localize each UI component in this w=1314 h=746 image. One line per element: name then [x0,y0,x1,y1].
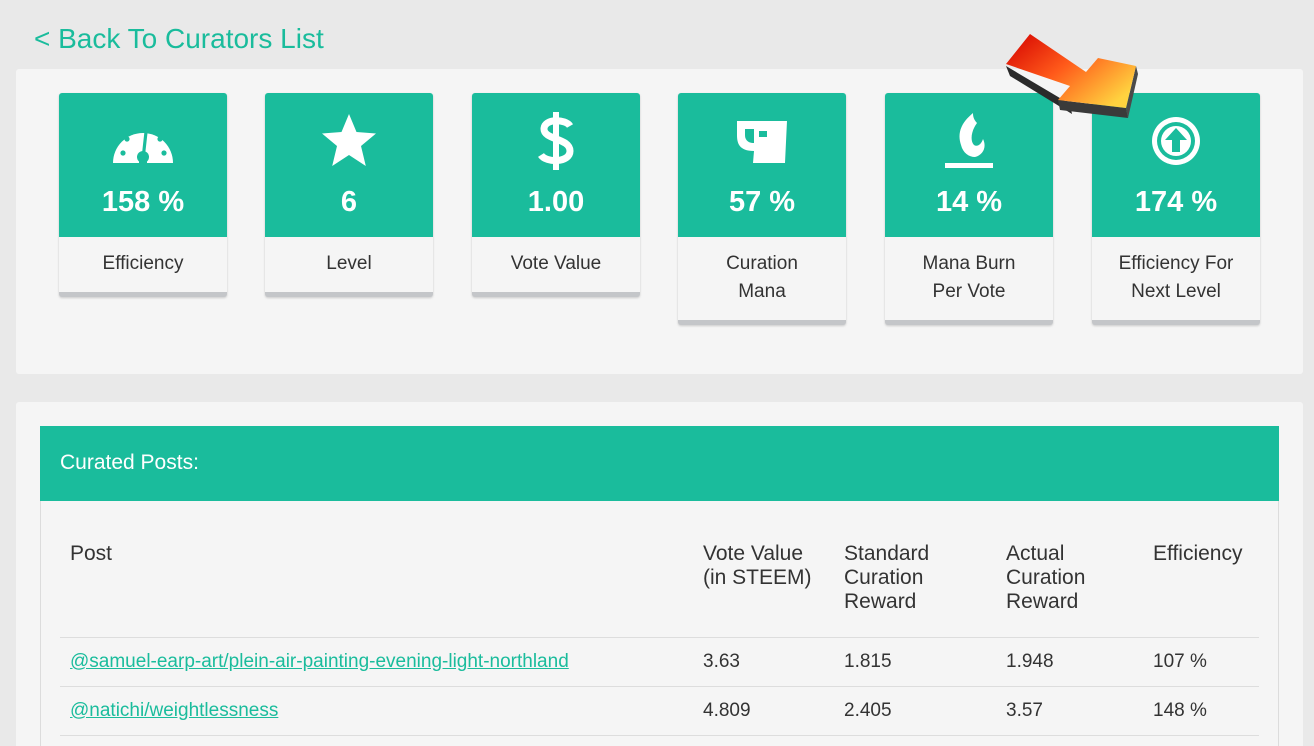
stat-value: 14 % [935,186,1003,218]
column-header-efficiency: Efficiency [1153,542,1243,565]
stat-label: Efficiency [102,253,184,274]
post-link[interactable]: @samuel-earp-art/plein-air-painting-even… [70,650,569,674]
stat-value: 174 % [1134,186,1218,218]
actual-reward-cell: 3.57 [1006,700,1043,721]
efficiency-cell: 148 % [1153,700,1207,721]
actual-reward-cell: 1.948 [1006,651,1054,672]
annotation-arrow-icon [1000,28,1145,129]
cup-icon [678,111,846,171]
vote-value-cell: 3.63 [703,651,740,672]
stat-value: 1.00 [527,186,585,218]
curated-posts-header [40,426,1279,501]
stat-value: 57 % [728,186,796,218]
curated-posts-title: Curated Posts: [60,451,199,474]
row-divider [60,686,1259,687]
post-link[interactable]: @natichi/weightlessness [70,699,278,723]
stat-label: Mana Burn Per Vote [922,253,1016,302]
stat-label: Level [326,253,372,274]
stat-label: Curation Mana [726,253,798,302]
column-header-vote-value: Vote Value (in STEEM) [703,542,812,589]
column-header-standard-curation-reward: Standard Curation Reward [844,542,930,613]
stat-card-efficiency: 158 % Efficiency [59,93,227,297]
row-divider [60,637,1259,638]
stat-label: Vote Value [510,253,602,274]
stat-card-level: 6 Level [265,93,433,297]
row-divider [60,735,1259,736]
stat-value: 6 [340,186,358,218]
dollar-icon [472,111,640,171]
column-header-actual-curation-reward: Actual Curation Reward [1006,542,1086,613]
speedometer-icon [59,111,227,171]
efficiency-cell: 107 % [1153,651,1207,672]
standard-reward-cell: 2.405 [844,700,892,721]
back-to-curators-link[interactable]: < Back To Curators List [34,22,324,56]
stat-card-curation-mana: 57 % Curation Mana [678,93,846,325]
vote-value-cell: 4.809 [703,700,751,721]
standard-reward-cell: 1.815 [844,651,892,672]
stat-value: 158 % [101,186,185,218]
stat-card-vote-value: 1.00 Vote Value [472,93,640,297]
star-icon [265,111,433,171]
column-header-post: Post [70,542,113,565]
stat-label: Efficiency For Next Level [1118,253,1234,302]
